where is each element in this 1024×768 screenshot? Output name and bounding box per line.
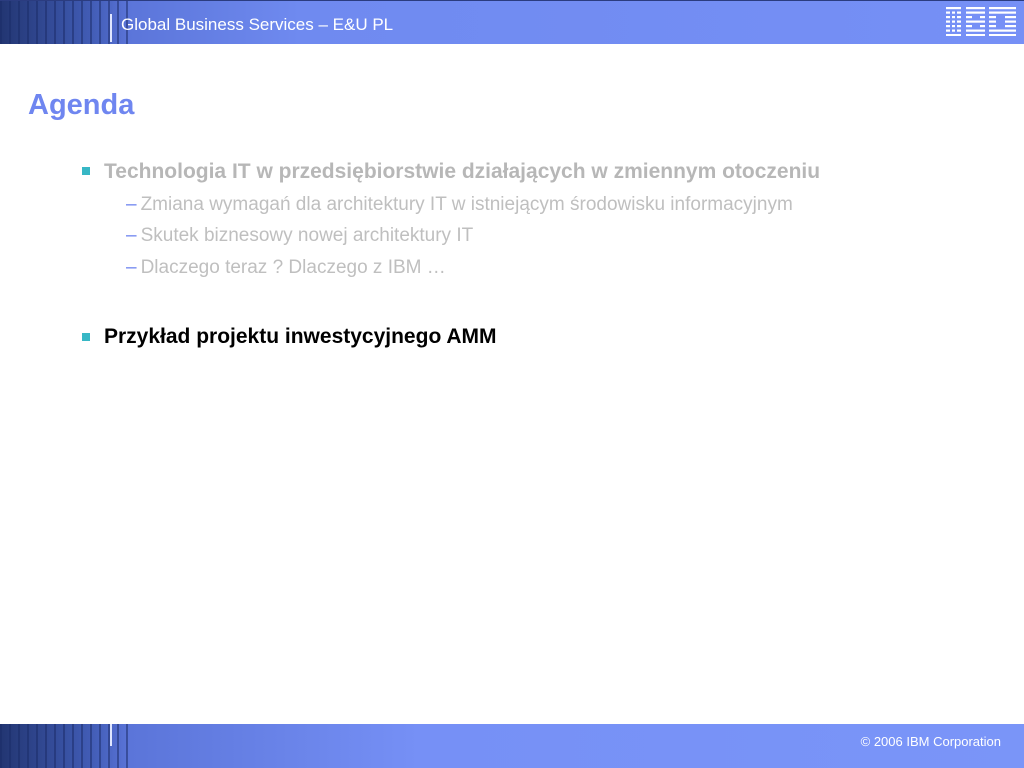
subitem-text: Zmiana wymagań dla architektury IT w ist… — [140, 194, 793, 215]
agenda-subitem-1-1: – Zmiana wymagań dla architektury IT w is… — [126, 193, 793, 217]
header-top-line — [0, 0, 1024, 1]
footer-band: © 2006 IBM Corporation — [0, 724, 1024, 768]
header-title: Global Business Services – E&U PL — [121, 15, 394, 34]
subitem-text: Dlaczego teraz ? Dlaczego z IBM … — [140, 257, 446, 278]
agenda-subitem-1-2: – Skutek biznesowy nowej architektury IT — [126, 224, 473, 248]
agenda-item-2: Przykład projektu inwestycyjnego AMM — [104, 325, 497, 348]
dash-icon: – — [126, 194, 137, 215]
dash-icon: – — [126, 257, 137, 278]
subitem-text: Skutek biznesowy nowej architektury IT — [140, 225, 474, 246]
dash-icon: – — [126, 225, 137, 246]
bullet-square-icon — [82, 167, 90, 175]
copyright-text: © 2006 IBM Corporation — [860, 734, 1001, 749]
slide-heading: Agenda — [28, 89, 135, 121]
ibm-logo-icon — [946, 6, 1016, 36]
agenda-subitem-1-3: – Dlaczego teraz ? Dlaczego z IBM … — [126, 256, 446, 280]
header-band: Global Business Services – E&U PL — [0, 0, 1024, 44]
bullet-square-icon — [82, 333, 90, 341]
agenda-item-1: Technologia IT w przedsiębiorstwie dział… — [104, 160, 821, 183]
footer-divider — [110, 724, 112, 746]
header-divider — [110, 14, 112, 42]
